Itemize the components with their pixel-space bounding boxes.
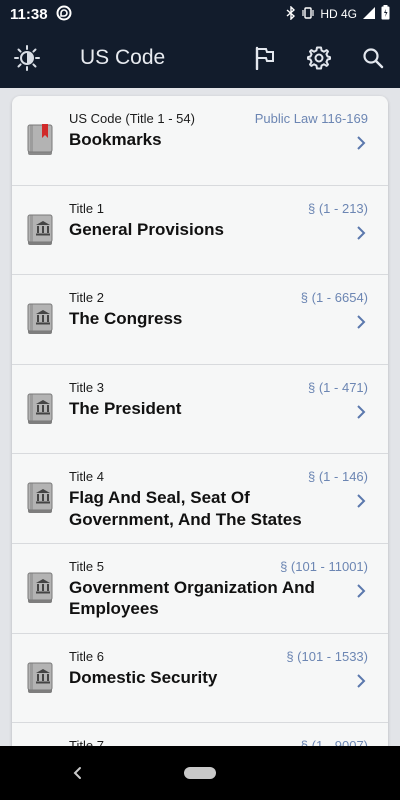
chevron-right-icon <box>357 494 366 509</box>
list-item-title-4[interactable]: Title 4 Flag And Seal, Seat Of Governmen… <box>12 454 388 544</box>
law-book-icon <box>27 572 53 603</box>
bookmark-book-icon <box>27 124 53 155</box>
list-item-title: Flag And Seal, Seat Of Government, And T… <box>69 488 302 529</box>
flag-icon <box>255 46 274 70</box>
brightness-icon <box>14 45 40 71</box>
theme-toggle-button[interactable] <box>0 28 54 88</box>
law-book-icon <box>27 393 53 424</box>
list-item-range: § (101 - 1533) <box>286 648 368 664</box>
list-item-range: § (1 - 146) <box>308 469 368 485</box>
network-type-label: HD 4G <box>320 7 357 21</box>
law-book-icon <box>27 482 53 514</box>
vibrate-icon <box>301 6 315 22</box>
settings-button[interactable] <box>292 28 346 88</box>
list-item-subtitle: Title 1 <box>69 200 104 216</box>
list-item-subtitle: Title 4 <box>69 469 104 485</box>
list-item-title-3[interactable]: Title 3 The President § (1 - 471) <box>12 365 388 455</box>
chevron-right-icon <box>357 405 366 419</box>
list-item-title: The Congress <box>69 309 183 329</box>
list-item-range: Public Law 116-169 <box>254 111 368 126</box>
list-item-title: Government Organization And Employees <box>69 577 315 619</box>
law-book-icon <box>27 303 53 335</box>
list-item-subtitle: Title 3 <box>69 379 104 395</box>
list-item-subtitle: Title 6 <box>69 648 104 664</box>
search-icon <box>363 48 384 69</box>
list-item-range: § (1 - 213) <box>308 200 368 216</box>
list-item-title-2[interactable]: Title 2 The Congress § (1 - 6654) <box>12 275 388 365</box>
status-time: 11:38 <box>10 5 48 23</box>
app-bar: US Code <box>0 28 400 88</box>
list-item-subtitle: US Code (Title 1 - 54) <box>69 111 195 126</box>
bluetooth-icon <box>286 4 296 23</box>
status-icons: HD 4G <box>286 4 390 23</box>
law-book-icon <box>27 662 53 693</box>
chevron-right-icon <box>357 673 366 688</box>
list-item-bookmarks[interactable]: US Code (Title 1 - 54) Bookmarks Public … <box>12 96 388 186</box>
status-bar: 11:38 HD 4G <box>0 0 400 28</box>
system-nav-bar <box>0 746 400 800</box>
chevron-right-icon <box>357 136 366 150</box>
list-item-range: § (1 - 6654) <box>300 290 368 306</box>
list-item-title-5[interactable]: Title 5 Government Organization And Empl… <box>12 544 388 634</box>
list-item-title: Domestic Security <box>69 667 218 687</box>
list-item-range: § (1 - 471) <box>308 379 368 395</box>
chevron-right-icon <box>357 225 366 240</box>
list-item-title: General Provisions <box>69 219 224 239</box>
list-item-range: § (101 - 11001) <box>280 558 368 574</box>
list-item-subtitle: Title 2 <box>69 290 104 306</box>
flag-button[interactable] <box>238 28 292 88</box>
app-notification-icon <box>56 5 72 24</box>
title-list: US Code (Title 1 - 54) Bookmarks Public … <box>12 96 388 756</box>
law-book-icon <box>27 214 53 245</box>
signal-icon <box>362 6 376 23</box>
back-icon[interactable] <box>68 762 88 784</box>
chevron-right-icon <box>357 584 366 598</box>
search-button[interactable] <box>346 28 400 88</box>
list-item-title: Bookmarks <box>69 130 162 149</box>
gear-icon <box>307 46 331 70</box>
battery-icon <box>381 5 390 23</box>
home-pill-button[interactable] <box>184 767 216 779</box>
list-item-title-1[interactable]: Title 1 General Provisions § (1 - 213) <box>12 186 388 276</box>
chevron-right-icon <box>357 315 366 329</box>
list-item-title: The President <box>69 398 182 418</box>
list-item-subtitle: Title 5 <box>69 558 104 574</box>
app-title: US Code <box>80 46 166 69</box>
list-item-title-6[interactable]: Title 6 Domestic Security § (101 - 1533) <box>12 634 388 724</box>
